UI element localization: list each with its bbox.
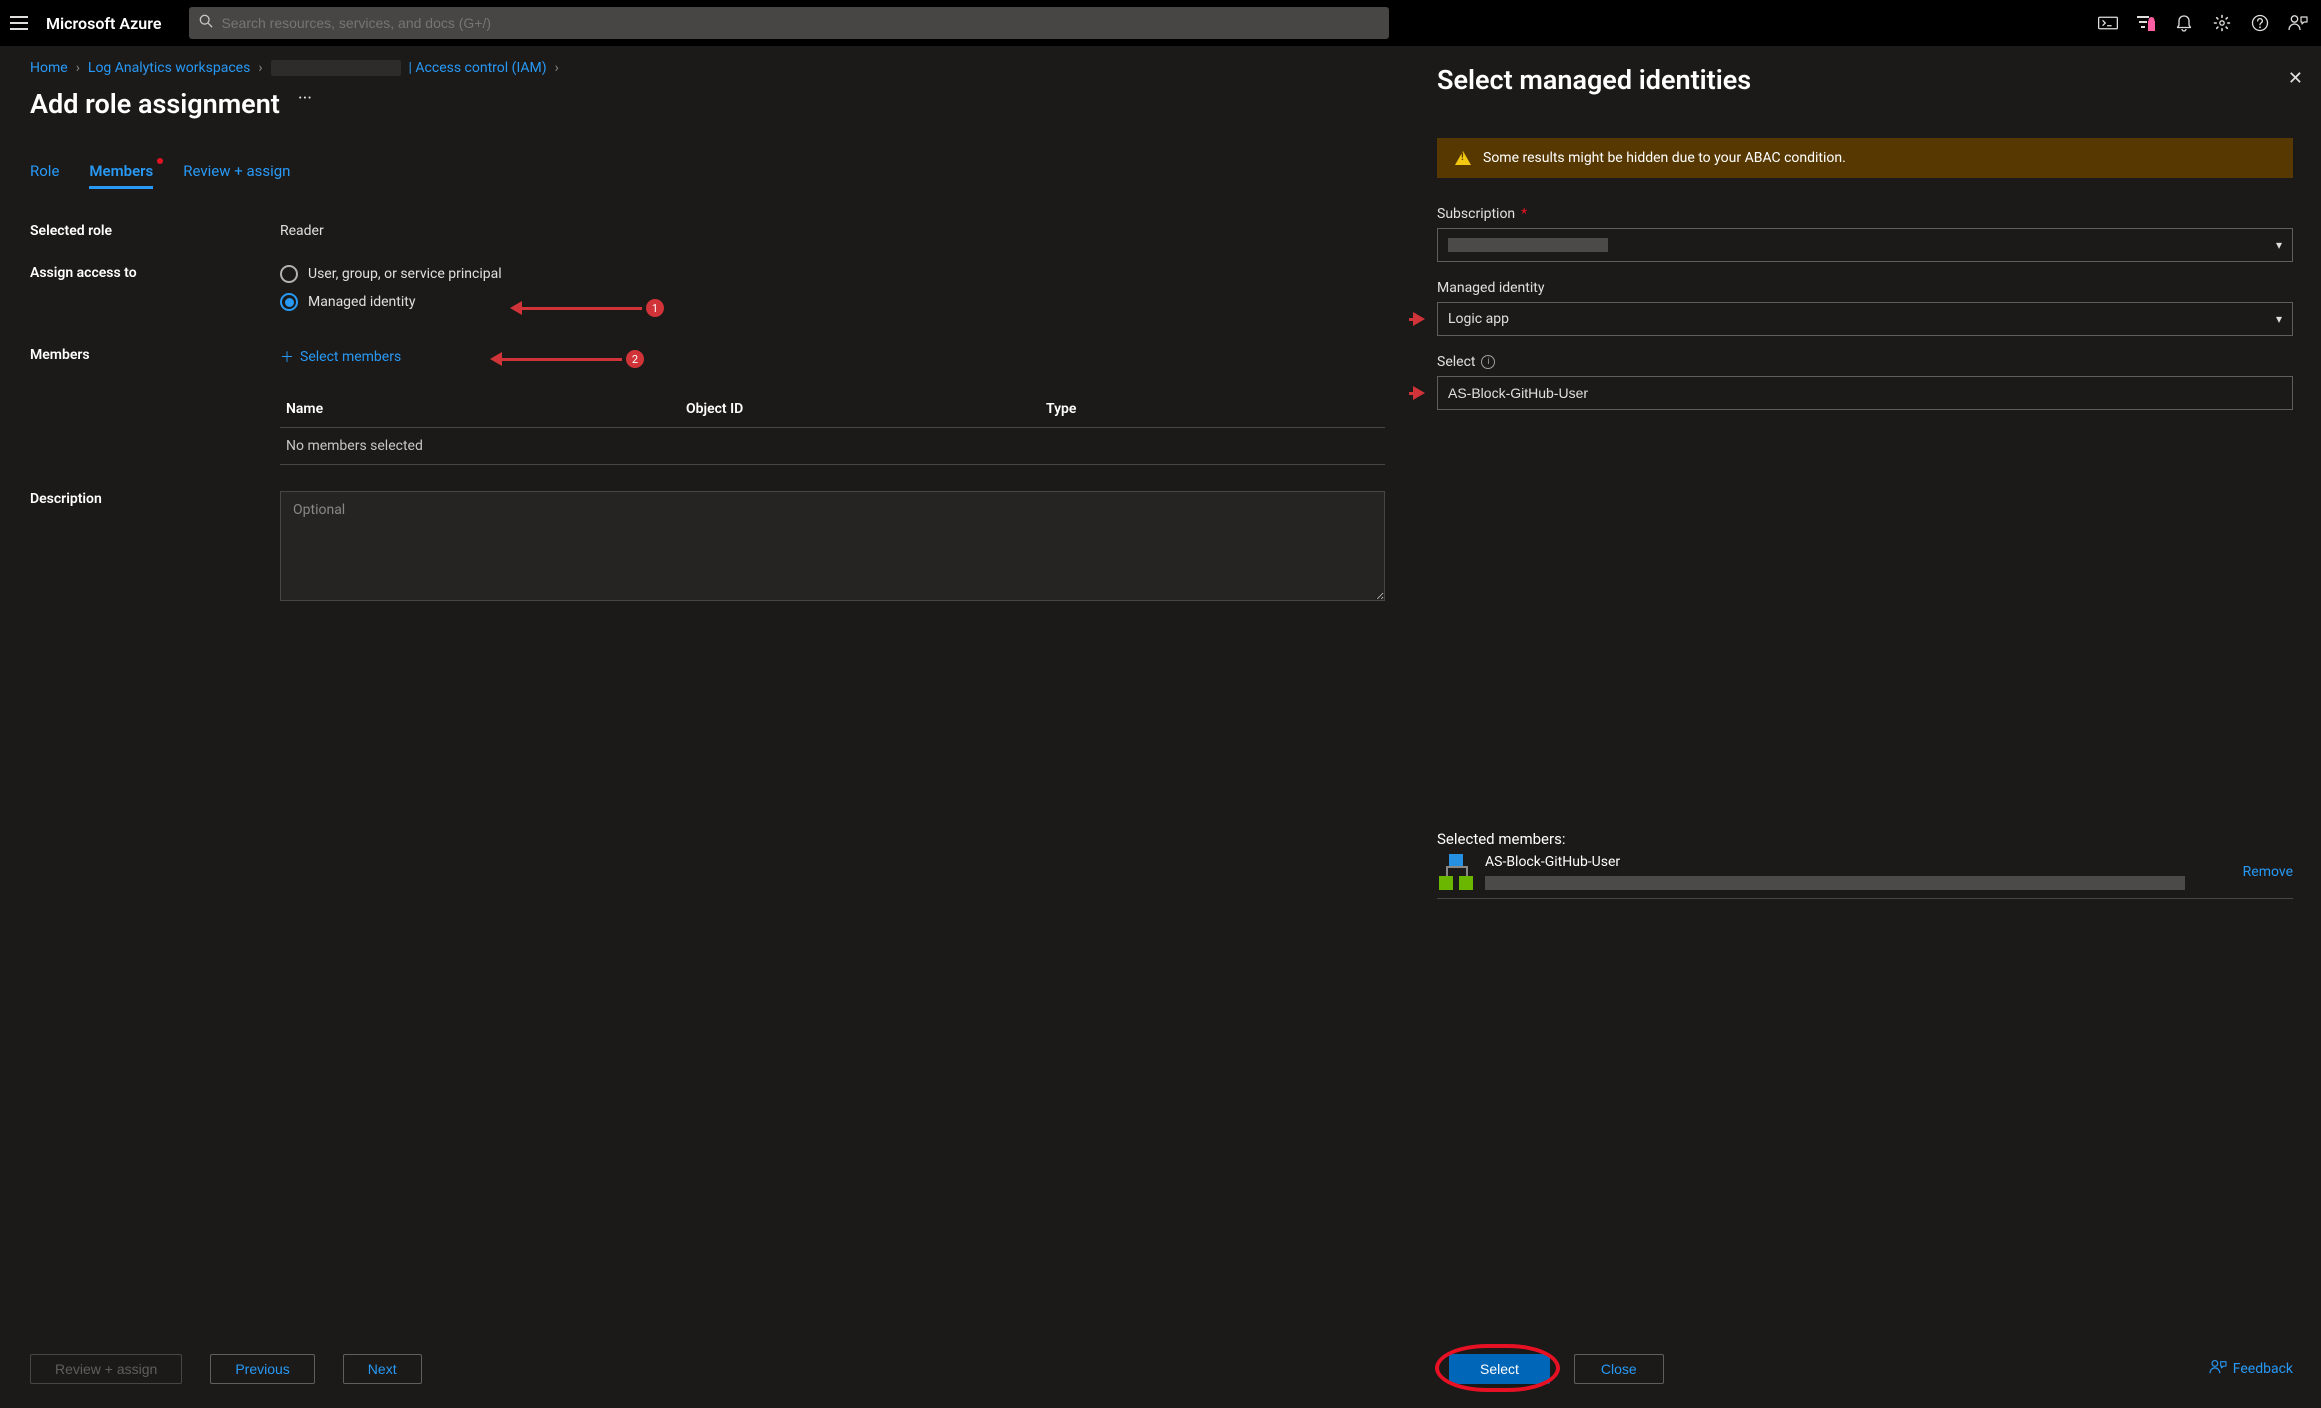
close-button[interactable]: Close	[1574, 1354, 1664, 1384]
review-assign-button[interactable]: Review + assign	[30, 1354, 182, 1384]
global-search[interactable]	[189, 7, 1389, 39]
radio-icon	[280, 265, 298, 283]
feedback-link[interactable]: Feedback	[2209, 1359, 2293, 1379]
select-members-link[interactable]: ＋ Select members	[280, 347, 1385, 367]
breadcrumb-redacted[interactable]	[271, 60, 401, 76]
breadcrumb-home[interactable]: Home	[30, 60, 68, 76]
members-label: Members	[30, 347, 280, 363]
chevron-right-icon: ›	[258, 60, 262, 76]
cloud-shell-icon[interactable]	[2095, 10, 2121, 36]
settings-icon[interactable]	[2209, 10, 2235, 36]
help-icon[interactable]	[2247, 10, 2273, 36]
no-members-message: No members selected	[286, 438, 686, 454]
selected-member-id-redacted	[1485, 876, 2185, 890]
chevron-right-icon: ›	[555, 60, 559, 76]
radio-managed-identity[interactable]: Managed identity	[280, 293, 1385, 311]
menu-icon[interactable]	[10, 14, 28, 32]
chevron-right-icon: ›	[76, 60, 80, 76]
plus-icon: ＋	[280, 347, 294, 367]
radio-label-user: User, group, or service principal	[308, 266, 502, 282]
tabs: Role Members Review + assign	[30, 162, 1385, 189]
brand: Microsoft Azure	[46, 14, 161, 33]
selected-members-label: Selected members:	[1437, 830, 2293, 848]
directory-filter-icon[interactable]	[2133, 10, 2159, 36]
side-panel-title: Select managed identities	[1437, 64, 2293, 96]
remove-member-link[interactable]: Remove	[2243, 864, 2293, 880]
selected-member-row: AS-Block-GitHub-User Remove	[1437, 854, 2293, 899]
logic-app-icon	[1437, 854, 1475, 890]
page-title: Add role assignment	[30, 88, 280, 120]
breadcrumb-iam[interactable]: | Access control (IAM)	[409, 60, 547, 76]
breadcrumb: Home › Log Analytics workspaces › | Acce…	[30, 60, 1385, 76]
select-managed-identities-panel: Select managed identities ✕ Some results…	[1409, 46, 2321, 1408]
radio-user-group-sp[interactable]: User, group, or service principal	[280, 265, 1385, 283]
col-type: Type	[1046, 401, 1379, 417]
select-button[interactable]: Select	[1449, 1354, 1550, 1384]
subscription-value-redacted	[1448, 238, 1608, 252]
select-identity-input[interactable]	[1437, 376, 2293, 410]
tab-review-assign[interactable]: Review + assign	[183, 162, 290, 189]
search-icon	[199, 14, 213, 32]
required-icon: *	[1521, 206, 1527, 222]
chevron-down-icon: ▾	[2276, 312, 2282, 326]
select-label: Select i	[1437, 354, 2293, 370]
selected-role-value: Reader	[280, 223, 1385, 239]
warning-text: Some results might be hidden due to your…	[1483, 150, 1846, 166]
search-input[interactable]	[219, 14, 1379, 32]
radio-label-mi: Managed identity	[308, 294, 415, 310]
col-object-id: Object ID	[686, 401, 1046, 417]
subscription-select[interactable]: ▾	[1437, 228, 2293, 262]
tab-members[interactable]: Members	[89, 162, 153, 189]
breadcrumb-workspaces[interactable]: Log Analytics workspaces	[88, 60, 250, 76]
description-label: Description	[30, 491, 280, 507]
tab-members-label: Members	[89, 162, 153, 180]
close-icon[interactable]: ✕	[2288, 68, 2303, 89]
feedback-icon	[2209, 1359, 2227, 1379]
subscription-label: Subscription*	[1437, 206, 2293, 222]
warning-banner: Some results might be hidden due to your…	[1437, 138, 2293, 178]
info-icon[interactable]: i	[1481, 355, 1495, 369]
selected-member-name: AS-Block-GitHub-User	[1485, 854, 2233, 870]
managed-identity-select[interactable]: Logic app ▾	[1437, 302, 2293, 336]
select-members-text: Select members	[300, 349, 401, 365]
managed-identity-label: Managed identity	[1437, 280, 2293, 296]
chevron-down-icon: ▾	[2276, 238, 2282, 252]
next-button[interactable]: Next	[343, 1354, 422, 1384]
tab-role[interactable]: Role	[30, 162, 59, 189]
warning-icon	[1455, 151, 1471, 165]
unsaved-indicator-icon	[157, 158, 163, 164]
selected-role-label: Selected role	[30, 223, 280, 239]
more-icon[interactable]: ···	[298, 88, 312, 109]
col-name: Name	[286, 401, 686, 417]
feedback-text: Feedback	[2233, 1361, 2293, 1377]
feedback-person-icon[interactable]	[2285, 10, 2311, 36]
description-input[interactable]	[280, 491, 1385, 601]
assign-access-label: Assign access to	[30, 265, 280, 281]
managed-identity-value: Logic app	[1448, 311, 1509, 327]
previous-button[interactable]: Previous	[210, 1354, 314, 1384]
notifications-icon[interactable]	[2171, 10, 2197, 36]
radio-icon	[280, 293, 298, 311]
